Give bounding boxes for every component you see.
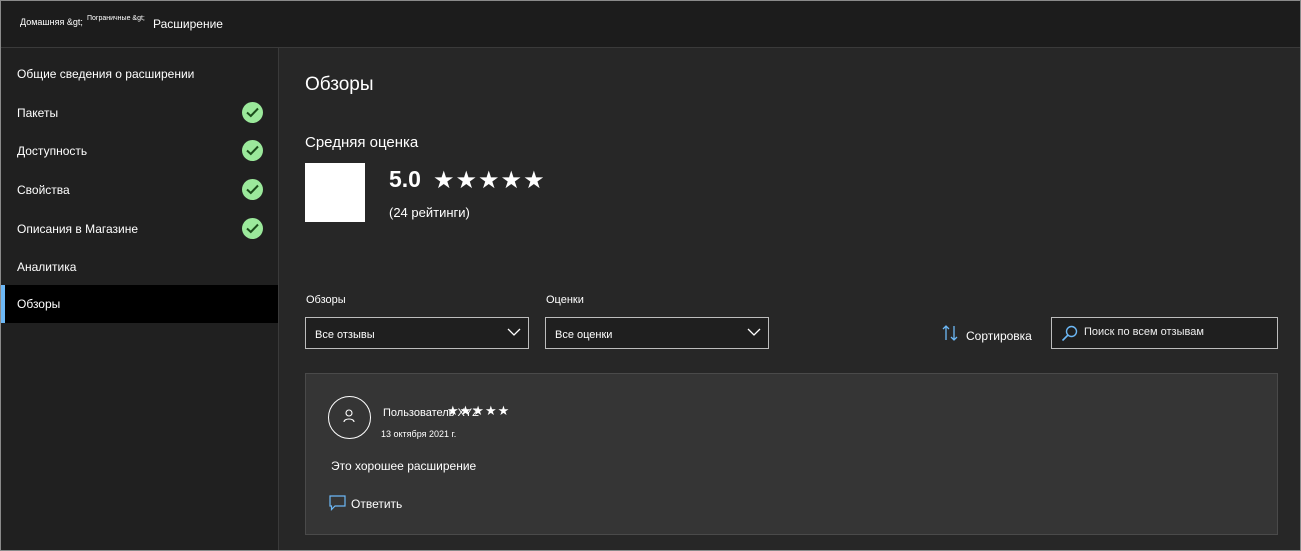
top-bar: Домашняя &gt; Пограничные &gt; Расширени… [1, 1, 1300, 48]
reply-label: Ответить [351, 497, 403, 511]
sidebar-item-label: Свойства [17, 183, 70, 197]
search-placeholder: Поиск по всем отзывам [1084, 326, 1204, 338]
reviews-filter-dropdown[interactable]: Все отзывы [305, 317, 529, 349]
sidebar-item-label: Обзоры [17, 297, 61, 311]
comment-icon [329, 495, 346, 511]
breadcrumb-category[interactable]: Пограничные &gt; [87, 15, 145, 22]
chevron-down-icon [507, 328, 521, 336]
checkmark-icon [242, 102, 263, 123]
sidebar-item-availability[interactable]: Доступность [1, 132, 278, 170]
sidebar-item-label: Доступность [17, 144, 88, 158]
person-icon [343, 409, 355, 423]
chevron-down-icon [747, 328, 761, 336]
avatar [328, 396, 371, 439]
app-window: Домашняя &gt; Пограничные &gt; Расширени… [0, 0, 1301, 551]
extension-logo [305, 163, 365, 222]
sidebar-item-label: Пакеты [17, 106, 59, 120]
review-stars-icon: ★★★★★ [447, 403, 511, 418]
checkmark-icon [242, 140, 263, 161]
search-input[interactable]: Поиск по всем отзывам [1051, 317, 1278, 349]
review-date: 13 октября 2021 г. [381, 429, 457, 439]
breadcrumb-current: Расширение [153, 17, 223, 31]
review-card: Пользователь XYZ ★★★★★ 13 октября 2021 г… [305, 373, 1278, 535]
ratings-filter-label: Оценки [546, 294, 584, 306]
sort-label: Сортировка [966, 329, 1032, 343]
breadcrumb-home[interactable]: Домашняя &gt; [20, 17, 83, 27]
sidebar-item-reviews[interactable]: Обзоры [1, 285, 278, 323]
page-title: Обзоры [305, 74, 374, 95]
sidebar-item-label: Аналитика [17, 260, 77, 274]
average-rating-heading: Средняя оценка [305, 134, 419, 151]
sidebar-item-overview[interactable]: Общие сведения о расширении [1, 55, 278, 93]
sidebar-item-properties[interactable]: Свойства [1, 171, 278, 209]
sidebar: Общие сведения о расширении Пакеты Досту… [1, 48, 279, 550]
search-icon [1061, 325, 1078, 342]
sidebar-item-store-listings[interactable]: Описания в Магазине [1, 210, 278, 248]
sidebar-item-packages[interactable]: Пакеты [1, 94, 278, 132]
review-text: Это хорошее расширение [331, 459, 477, 473]
ratings-count: (24 рейтинги) [389, 205, 470, 220]
sidebar-item-label: Описания в Магазине [17, 222, 139, 236]
sort-arrows-icon [942, 325, 958, 341]
sidebar-item-label: Общие сведения о расширении [17, 67, 195, 81]
active-indicator [1, 285, 5, 323]
reviews-filter-label: Обзоры [306, 294, 346, 306]
average-score: 5.0 [389, 166, 421, 192]
ratings-filter-value: Все оценки [555, 329, 613, 341]
main-content: Обзоры Средняя оценка 5.0 ★★★★★ (24 рейт… [279, 48, 1300, 550]
reviews-filter-value: Все отзывы [315, 329, 375, 341]
rating-stars-icon: ★★★★★ [433, 167, 546, 194]
sidebar-item-analytics[interactable]: Аналитика [1, 248, 278, 286]
ratings-filter-dropdown[interactable]: Все оценки [545, 317, 769, 349]
checkmark-icon [242, 218, 263, 239]
checkmark-icon [242, 179, 263, 200]
sort-button[interactable]: Сортировка [941, 324, 1032, 347]
